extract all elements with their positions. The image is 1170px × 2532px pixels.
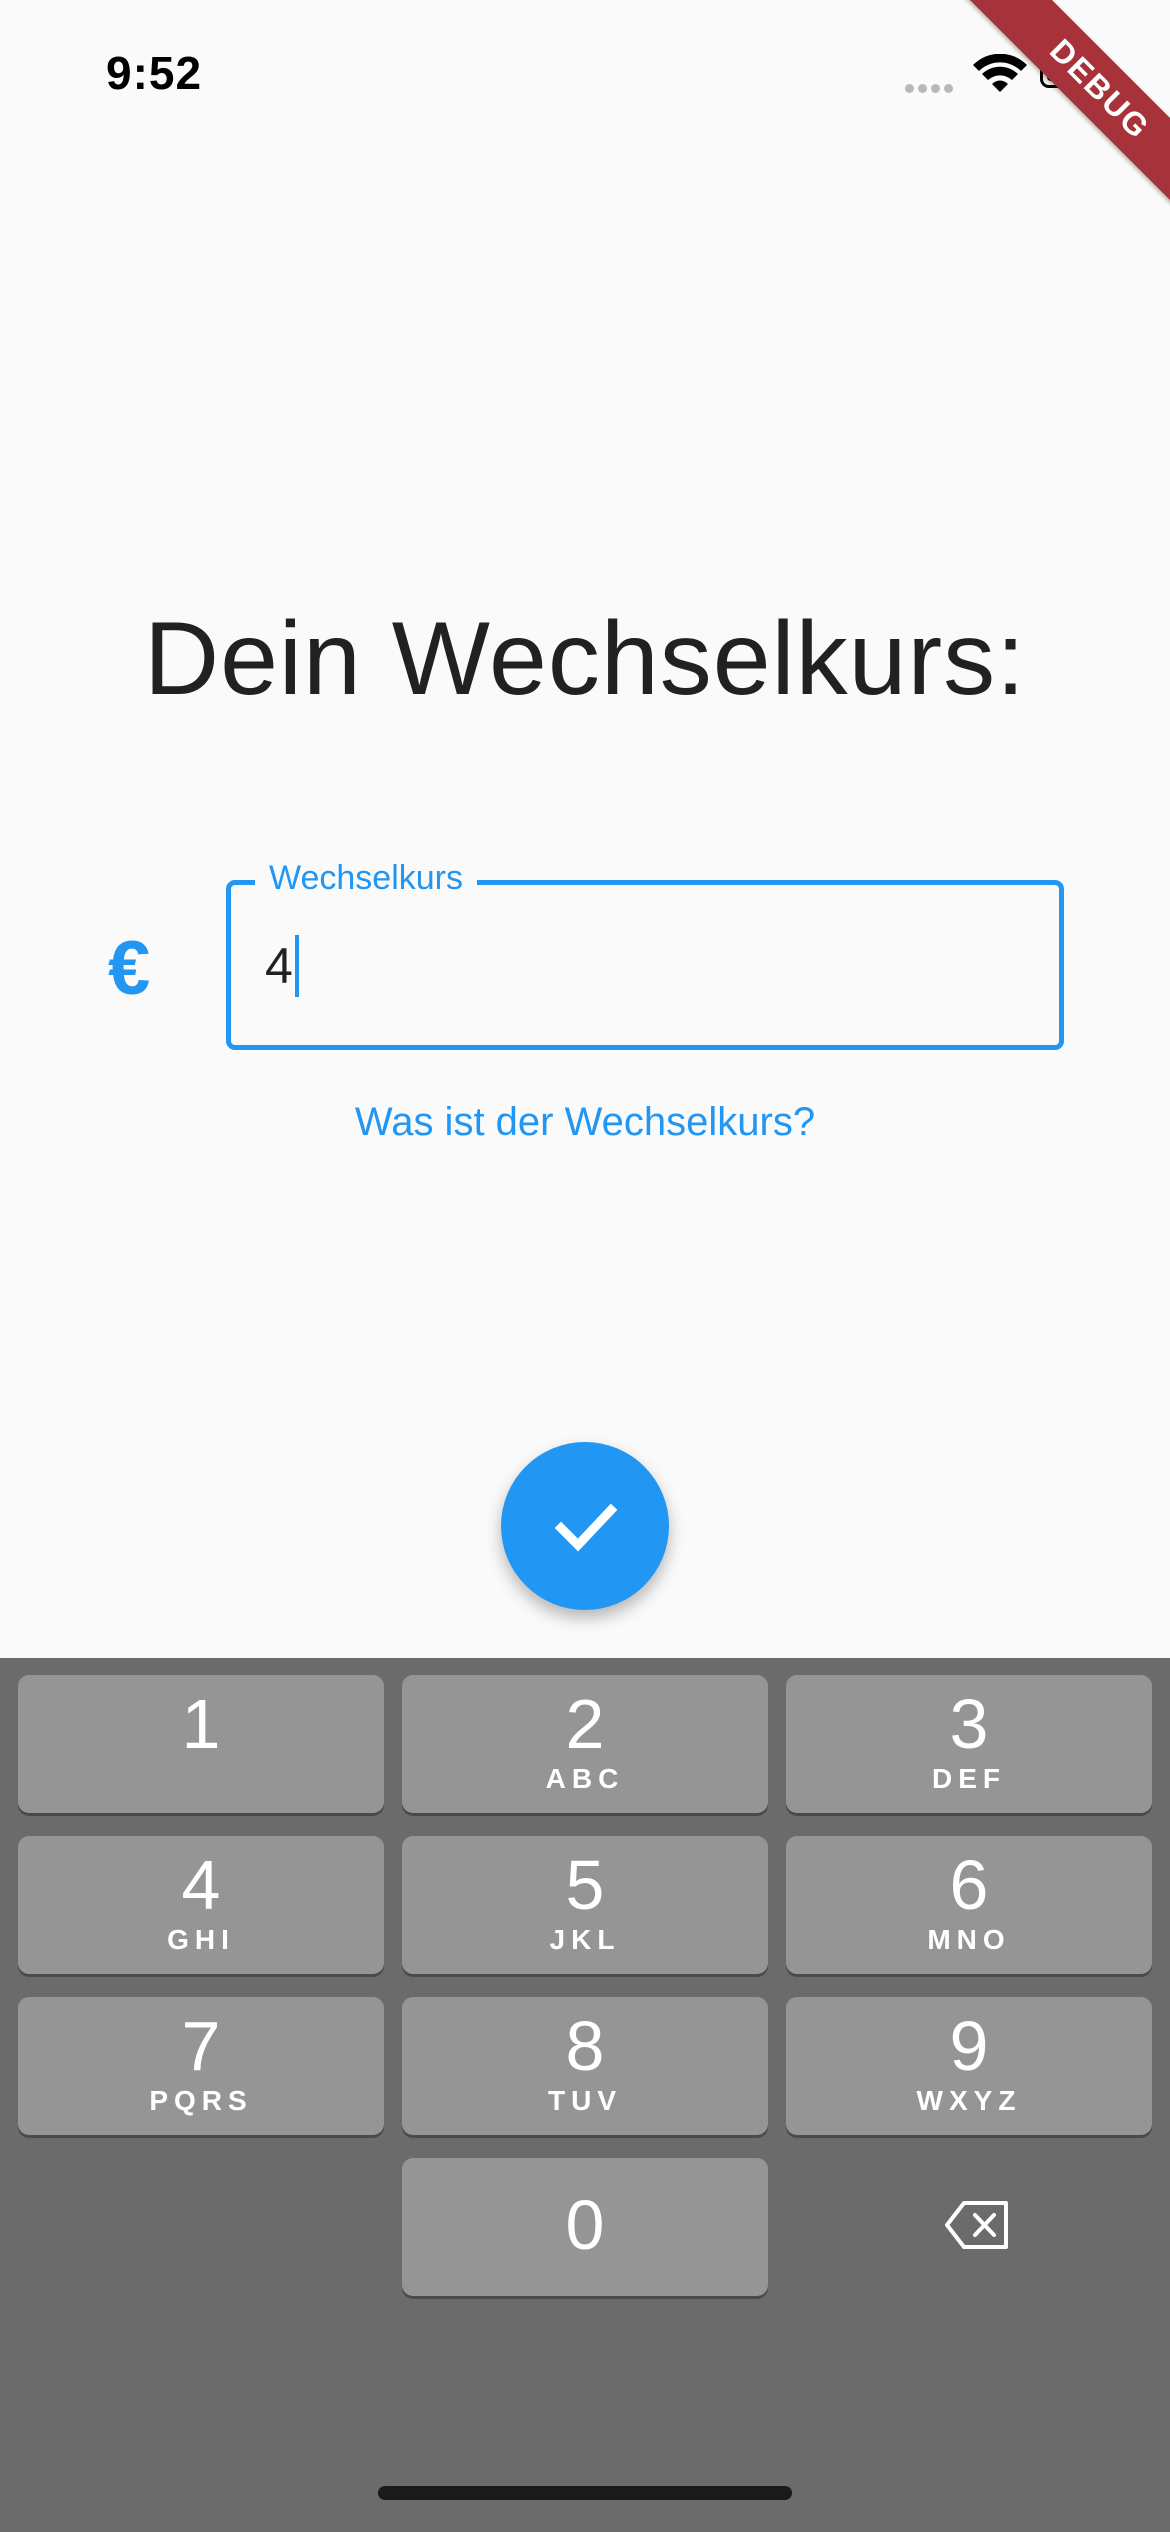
status-time: 9:52 bbox=[106, 47, 203, 99]
key-1[interactable]: 1 bbox=[18, 1675, 384, 1813]
key-6-letters: MNO bbox=[927, 1924, 1011, 1955]
key-3-number: 3 bbox=[949, 1685, 989, 1763]
confirm-button[interactable] bbox=[501, 1442, 669, 1610]
home-indicator[interactable] bbox=[378, 2486, 792, 2500]
key-9[interactable]: 9 WXYZ bbox=[786, 1997, 1152, 2135]
key-1-number: 1 bbox=[181, 1685, 221, 1763]
key-8-number: 8 bbox=[565, 2007, 605, 2085]
key-4-number: 4 bbox=[181, 1846, 221, 1924]
key-5[interactable]: 5 JKL bbox=[402, 1836, 768, 1974]
key-3[interactable]: 3 DEF bbox=[786, 1675, 1152, 1813]
key-4-letters: GHI bbox=[167, 1924, 235, 1955]
help-link[interactable]: Was ist der Wechselkurs? bbox=[0, 1100, 1170, 1145]
key-5-letters: JKL bbox=[549, 1924, 621, 1955]
key-7-letters: PQRS bbox=[149, 2085, 253, 2116]
key-5-number: 5 bbox=[565, 1846, 605, 1924]
page-title: Dein Wechselkurs: bbox=[143, 601, 1027, 717]
cellular-signal-icon bbox=[905, 80, 957, 98]
key-6[interactable]: 6 MNO bbox=[786, 1836, 1152, 1974]
key-7-number: 7 bbox=[181, 2007, 221, 2085]
key-8-letters: TUV bbox=[548, 2085, 622, 2116]
key-7[interactable]: 7 PQRS bbox=[18, 1997, 384, 2135]
key-2-number: 2 bbox=[565, 1685, 605, 1763]
euro-icon: € bbox=[108, 926, 151, 1011]
exchange-rate-value: 4 bbox=[265, 938, 293, 994]
key-2[interactable]: 2 ABC bbox=[402, 1675, 768, 1813]
wifi-icon bbox=[973, 54, 1027, 92]
check-icon bbox=[554, 1503, 618, 1552]
key-2-letters: ABC bbox=[545, 1763, 625, 1794]
exchange-rate-input[interactable]: 4 bbox=[265, 934, 299, 1001]
key-9-number: 9 bbox=[949, 2007, 989, 2085]
exchange-rate-label: Wechselkurs bbox=[255, 859, 477, 898]
key-6-number: 6 bbox=[949, 1846, 989, 1924]
backspace-icon[interactable] bbox=[944, 2200, 1010, 2250]
key-8[interactable]: 8 TUV bbox=[402, 1997, 768, 2135]
key-0[interactable]: 0 bbox=[402, 2158, 768, 2296]
exchange-rate-field[interactable]: Wechselkurs 4 bbox=[226, 859, 1064, 1050]
key-4[interactable]: 4 GHI bbox=[18, 1836, 384, 1974]
key-0-number: 0 bbox=[565, 2186, 605, 2264]
key-3-letters: DEF bbox=[932, 1763, 1006, 1794]
key-9-letters: WXYZ bbox=[916, 2085, 1022, 2116]
text-caret bbox=[294, 934, 299, 997]
